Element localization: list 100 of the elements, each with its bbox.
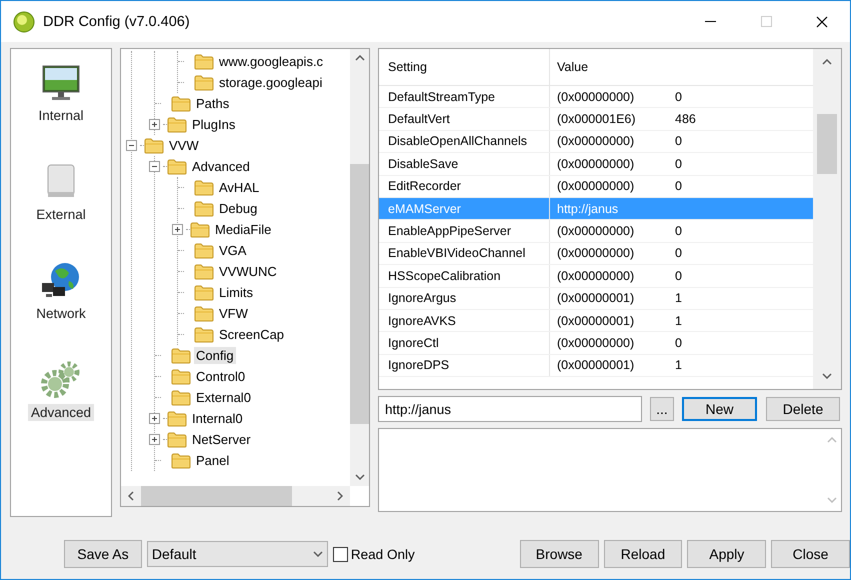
folder-icon <box>167 410 187 426</box>
vertical-scrollbar[interactable] <box>350 49 369 486</box>
setting-cell: IgnoreCtl <box>379 332 550 354</box>
scroll-up-icon[interactable] <box>822 59 832 65</box>
collapse-icon[interactable] <box>126 140 137 151</box>
tree-item[interactable]: Debug <box>217 200 260 217</box>
tree-item[interactable]: Limits <box>217 284 255 301</box>
value-cell-text: (0x00000000) <box>557 156 636 171</box>
decimal-cell: 0 <box>675 179 682 194</box>
table-row[interactable]: IgnoreDPS (0x00000001) 1 <box>379 354 813 378</box>
table-row[interactable]: IgnoreAVKS (0x00000001) 1 <box>379 310 813 332</box>
scrollbar-thumb[interactable] <box>817 114 837 174</box>
read-only-label[interactable]: Read Only <box>350 546 415 562</box>
table-row[interactable]: DisableSave (0x00000000) 0 <box>379 153 813 176</box>
tree-item[interactable]: Config <box>194 347 236 364</box>
horizontal-scrollbar[interactable] <box>121 486 350 506</box>
footer-button[interactable]: Apply <box>687 540 766 568</box>
folder-icon <box>194 74 214 90</box>
tree-item[interactable]: VGA <box>217 242 248 259</box>
expand-icon[interactable] <box>172 224 183 235</box>
tree-item[interactable]: Internal0 <box>190 410 245 427</box>
scrollbar-thumb[interactable] <box>350 164 369 424</box>
read-only-checkbox[interactable] <box>332 546 348 562</box>
table-row[interactable]: HSScopeCalibration (0x00000000) 0 <box>379 265 813 288</box>
value-cell-text: (0x00000000) <box>557 134 636 148</box>
folder-icon <box>194 54 214 70</box>
browse-value-button[interactable]: ... <box>650 397 674 421</box>
decimal-cell: 0 <box>675 156 682 171</box>
setting-cell: DefaultVert <box>379 108 550 130</box>
sidebar-item[interactable]: External <box>33 206 89 223</box>
tree-item[interactable]: ScreenCap <box>217 326 286 343</box>
table-row[interactable]: DefaultStreamType (0x00000000) 0 <box>379 86 813 108</box>
tree-item[interactable]: storage.googleapi <box>217 74 324 91</box>
expand-icon[interactable] <box>149 413 160 424</box>
profile-dropdown[interactable]: Default <box>146 541 328 567</box>
tree-item[interactable]: MediaFile <box>213 221 274 238</box>
close-icon[interactable] <box>816 16 828 28</box>
sidebar-item[interactable]: Network <box>33 305 89 322</box>
window-title: DDR Config (v7.0.406) <box>43 14 191 30</box>
folder-icon <box>167 116 187 132</box>
value-cell-text: (0x00000001) <box>557 358 636 372</box>
folder-icon <box>194 264 214 280</box>
value-cell-text: (0x00000000) <box>557 224 636 238</box>
table-row[interactable]: DefaultVert (0x000001E6) 486 <box>379 108 813 131</box>
table-row[interactable]: EnableAppPipeServer (0x00000000) 0 <box>379 220 813 243</box>
value-cell-text: (0x00000001) <box>557 314 636 328</box>
setting-cell: IgnoreArgus <box>379 288 550 309</box>
tree-item[interactable]: Control0 <box>194 368 248 385</box>
folder-icon <box>194 180 214 196</box>
sidebar-item[interactable]: Advanced <box>28 404 94 421</box>
save-as-button[interactable]: Save As <box>64 540 142 568</box>
decimal-cell: 0 <box>675 224 682 238</box>
decimal-cell: 1 <box>675 314 682 328</box>
table-row[interactable]: IgnoreCtl (0x00000000) 0 <box>379 332 813 355</box>
scroll-up-icon[interactable] <box>354 55 364 61</box>
expand-icon[interactable] <box>149 434 160 445</box>
footer-button[interactable]: Browse <box>520 540 599 568</box>
scroll-down-icon[interactable] <box>354 474 364 480</box>
folder-icon <box>167 432 187 448</box>
scroll-left-icon[interactable] <box>128 491 134 501</box>
tree-item[interactable]: VFW <box>217 305 250 322</box>
folder-icon <box>190 222 210 238</box>
setting-cell: eMAMServer <box>379 198 550 220</box>
tree-item[interactable]: www.googleapis.c <box>217 53 326 70</box>
footer-button[interactable]: Close <box>771 540 850 568</box>
tree-item[interactable]: Advanced <box>190 158 252 175</box>
table-row[interactable]: EnableVBIVideoChannel (0x00000000) 0 <box>379 242 813 266</box>
folder-icon <box>171 390 191 406</box>
tree-item[interactable]: Panel <box>194 452 232 469</box>
column-header[interactable]: Value <box>550 60 588 74</box>
footer-button[interactable]: Reload <box>604 540 682 568</box>
vertical-scrollbar[interactable] <box>813 49 841 389</box>
folder-icon <box>171 368 191 384</box>
value-cell-text: (0x00000001) <box>557 291 636 306</box>
tree-item[interactable]: AvHAL <box>217 179 262 196</box>
delete-button[interactable]: Delete <box>766 397 840 421</box>
tree-item[interactable]: Paths <box>194 95 232 112</box>
collapse-icon[interactable] <box>149 161 160 172</box>
tree-item[interactable]: External0 <box>194 389 253 406</box>
scroll-down-icon[interactable] <box>822 373 832 379</box>
tree-item[interactable]: NetServer <box>190 431 253 448</box>
new-button[interactable]: New <box>682 397 757 421</box>
sidebar-item[interactable]: Internal <box>35 107 87 124</box>
value-cell-text: (0x00000000) <box>557 336 636 350</box>
folder-icon <box>144 138 164 154</box>
value-input-field[interactable]: http://janus <box>378 396 642 422</box>
column-header[interactable]: Setting <box>379 49 550 85</box>
minimize-icon[interactable] <box>704 20 716 22</box>
tree-item[interactable]: PlugIns <box>190 116 238 133</box>
scroll-right-icon[interactable] <box>337 491 343 501</box>
dropdown-caret-icon[interactable] <box>312 551 323 557</box>
setting-cell: EnableAppPipeServer <box>379 220 550 242</box>
setting-cell: EditRecorder <box>379 176 550 197</box>
tree-item[interactable]: VVW <box>167 137 201 154</box>
table-row[interactable]: DisableOpenAllChannels (0x00000000) 0 <box>379 130 813 154</box>
table-row[interactable]: IgnoreArgus (0x00000001) 1 <box>379 288 813 310</box>
tree-item[interactable]: VVWUNC <box>217 263 279 280</box>
folder-icon <box>194 200 214 216</box>
scrollbar-thumb[interactable] <box>141 486 292 506</box>
expand-icon[interactable] <box>149 119 160 130</box>
